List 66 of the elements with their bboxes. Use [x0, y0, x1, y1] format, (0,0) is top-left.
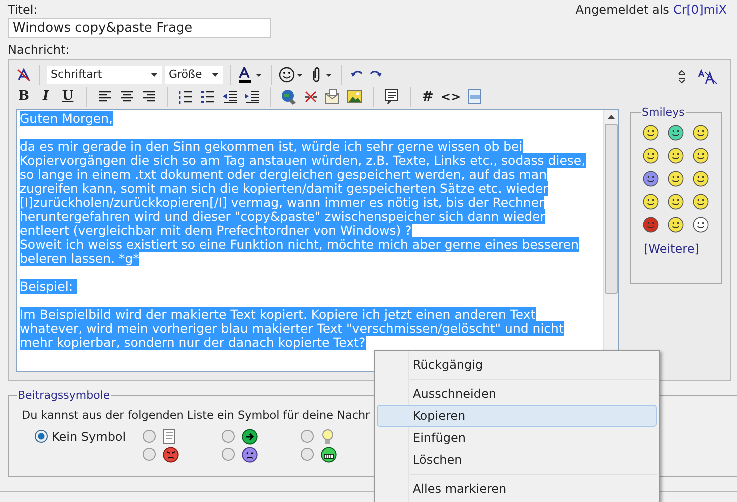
smiley-icon[interactable] — [668, 171, 684, 187]
title-field[interactable]: Windows copy&paste Frage — [8, 18, 271, 38]
indent-icon[interactable] — [244, 89, 260, 105]
grin-face-icon — [321, 446, 337, 463]
smiley-icon[interactable] — [693, 194, 709, 210]
image-icon[interactable] — [347, 89, 363, 105]
smiley-icon[interactable] — [668, 217, 684, 233]
radio-button[interactable] — [222, 448, 235, 462]
quote-icon[interactable] — [384, 89, 400, 105]
unlink-icon[interactable] — [303, 89, 319, 105]
username-link[interactable]: Cr[0]miX — [673, 3, 727, 18]
more-smileys-link[interactable]: [Weitere] — [644, 242, 700, 256]
menu-item[interactable]: Einfügen — [377, 427, 657, 449]
smiley-icon[interactable] — [693, 148, 709, 164]
scroll-up-arrow-icon[interactable] — [608, 115, 614, 119]
smiley-icon[interactable] — [643, 194, 659, 210]
outdent-icon[interactable] — [222, 89, 238, 105]
document-icon — [163, 428, 177, 445]
radio-button[interactable] — [222, 430, 235, 444]
underline-button[interactable]: U — [60, 87, 76, 107]
radio-button[interactable] — [143, 430, 156, 444]
italic-button[interactable]: I — [38, 87, 54, 107]
bullet-list-icon[interactable] — [200, 89, 216, 105]
smiley-icon[interactable] — [668, 148, 684, 164]
radio-button[interactable] — [143, 448, 156, 462]
radio-button[interactable] — [301, 430, 314, 444]
smiley-icon[interactable] — [693, 171, 709, 187]
login-text: Angemeldet als — [576, 3, 670, 18]
dropdown-caret-icon[interactable] — [151, 73, 158, 77]
smiley-icon[interactable] — [643, 125, 659, 141]
menu-item[interactable]: Löschen — [377, 449, 657, 471]
menu-item[interactable]: Alles markieren — [377, 478, 657, 500]
smiley-icon[interactable] — [693, 217, 709, 233]
post-icons-intro: Du kannst aus der folgenden Liste ein Symbol für deine Nachr — [22, 408, 370, 424]
smiley-icon[interactable] — [668, 194, 684, 210]
no-symbol-label: Kein Symbol — [52, 428, 126, 446]
smiley-icon[interactable] — [693, 125, 709, 141]
envelope-icon[interactable] — [325, 89, 341, 105]
smiley-icon[interactable] — [668, 125, 684, 141]
font-size-icon[interactable] — [697, 69, 719, 85]
bold-button[interactable]: B — [16, 87, 32, 107]
title-label: Titel: — [8, 3, 39, 18]
lightbulb-icon — [321, 428, 335, 445]
resize-icon[interactable] — [677, 69, 687, 85]
dropdown-caret-icon[interactable] — [212, 73, 219, 77]
radio-button[interactable] — [301, 448, 314, 462]
smiley-icon[interactable] — [643, 148, 659, 164]
angry-face-icon — [163, 446, 179, 463]
numbered-list-icon[interactable] — [178, 89, 194, 105]
size-select[interactable]: Größe — [165, 66, 223, 84]
sad-face-icon — [242, 446, 258, 463]
smiley-icon[interactable] — [279, 67, 305, 83]
post-icons-title: Beitragssymbole — [17, 388, 112, 404]
smileys-title: Smileys — [641, 105, 686, 122]
menu-item[interactable]: Rückgängig — [377, 354, 657, 376]
remove-format-icon[interactable] — [16, 67, 32, 83]
hash-button[interactable]: # — [421, 86, 435, 108]
smiley-icon[interactable] — [643, 217, 659, 233]
message-label: Nachricht: — [8, 43, 70, 57]
menu-item[interactable]: Ausschneiden — [377, 383, 657, 405]
radio-button[interactable] — [35, 430, 48, 444]
font-select[interactable]: Schriftart — [47, 66, 162, 84]
menu-item[interactable]: Kopieren — [377, 405, 657, 427]
code-button[interactable]: <> — [441, 88, 461, 106]
text-color-icon[interactable] — [238, 67, 264, 83]
smiley-icon[interactable] — [643, 171, 659, 187]
